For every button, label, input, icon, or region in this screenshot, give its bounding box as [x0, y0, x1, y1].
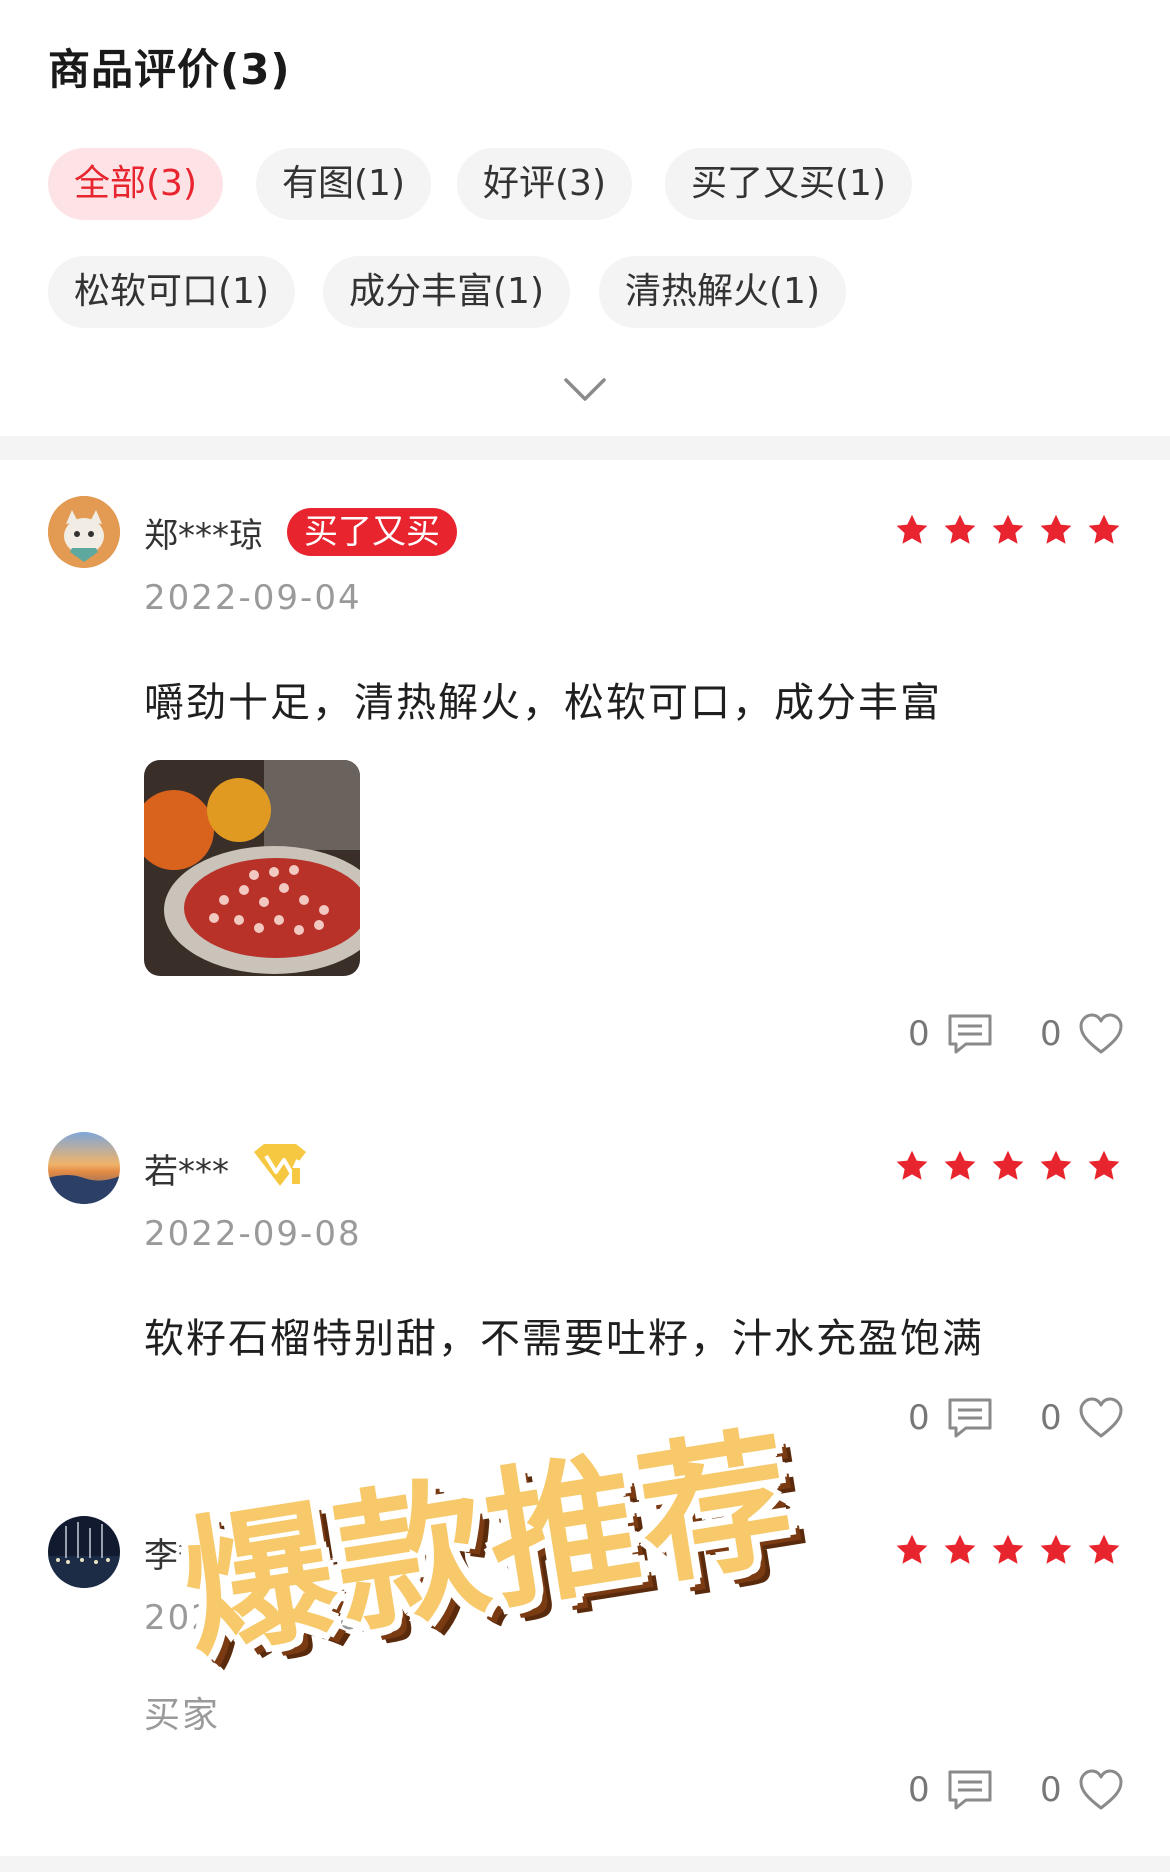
avatar[interactable] [48, 1132, 120, 1204]
comment-icon[interactable] [946, 1012, 994, 1056]
star-icon [896, 1150, 928, 1180]
star-icon [1040, 514, 1072, 544]
star-icon [1088, 1534, 1120, 1564]
chevron-down-icon[interactable] [563, 376, 607, 404]
bottom-divider [0, 1856, 1170, 1872]
rating-stars [894, 512, 1122, 548]
star-icon [1040, 1150, 1072, 1180]
filter-chip-soft[interactable]: 松软可口(1) [48, 256, 295, 328]
star-icon [944, 514, 976, 544]
star-icon [992, 1534, 1024, 1564]
filter-chip-with-images[interactable]: 有图(1) [256, 148, 431, 220]
section-divider [0, 436, 1170, 460]
vip-diamond-icon [254, 1144, 306, 1186]
rating-stars [894, 1148, 1122, 1184]
filter-chip-cooling[interactable]: 清热解火(1) [599, 256, 846, 328]
star-icon [992, 514, 1024, 544]
star-icon [944, 1150, 976, 1180]
comment-count: 0 [908, 1014, 930, 1054]
avatar[interactable] [48, 1516, 120, 1588]
comment-count: 0 [908, 1770, 930, 1810]
filter-chip-rich-ingredients[interactable]: 成分丰富(1) [323, 256, 570, 328]
star-icon [1040, 1534, 1072, 1564]
review-date: 2022-09-04 [144, 578, 362, 618]
like-count: 0 [1040, 1770, 1062, 1810]
comment-icon[interactable] [946, 1768, 994, 1812]
filter-chip-positive[interactable]: 好评(3) [457, 148, 632, 220]
reviewer-name: 若*** [144, 1152, 229, 1192]
avatar[interactable] [48, 496, 120, 568]
star-icon [1088, 514, 1120, 544]
filter-chip-rebuy[interactable]: 买了又买(1) [665, 148, 912, 220]
comment-count: 0 [908, 1398, 930, 1438]
star-icon [896, 514, 928, 544]
review-date: 2022-09-08 [144, 1214, 362, 1254]
promo-overlay-text: 爆款推荐 [171, 1410, 808, 1680]
page-title: 商品评价(3) [48, 45, 291, 94]
review-text: 软籽石榴特别甜，不需要吐籽，汁水充盈饱满 [144, 1316, 984, 1362]
rating-stars [894, 1532, 1122, 1568]
review-actions: 0 0 [908, 1768, 1124, 1816]
review-text: 嚼劲十足，清热解火，松软可口，成分丰富 [144, 680, 942, 726]
review-text: 买家 [144, 1695, 221, 1736]
star-icon [1088, 1150, 1120, 1180]
like-count: 0 [1040, 1398, 1062, 1438]
review-photo[interactable] [144, 760, 360, 976]
heart-icon[interactable] [1078, 1396, 1124, 1440]
reviewer-name: 郑***琼 [144, 516, 263, 556]
star-icon [896, 1534, 928, 1564]
star-icon [992, 1150, 1024, 1180]
rebuy-badge: 买了又买 [287, 508, 457, 556]
star-icon [944, 1534, 976, 1564]
filter-chip-all[interactable]: 全部(3) [48, 148, 223, 220]
review-actions: 0 0 [908, 1012, 1124, 1060]
heart-icon[interactable] [1078, 1768, 1124, 1812]
comment-icon[interactable] [946, 1396, 994, 1440]
like-count: 0 [1040, 1014, 1062, 1054]
review-actions: 0 0 [908, 1396, 1124, 1444]
heart-icon[interactable] [1078, 1012, 1124, 1056]
